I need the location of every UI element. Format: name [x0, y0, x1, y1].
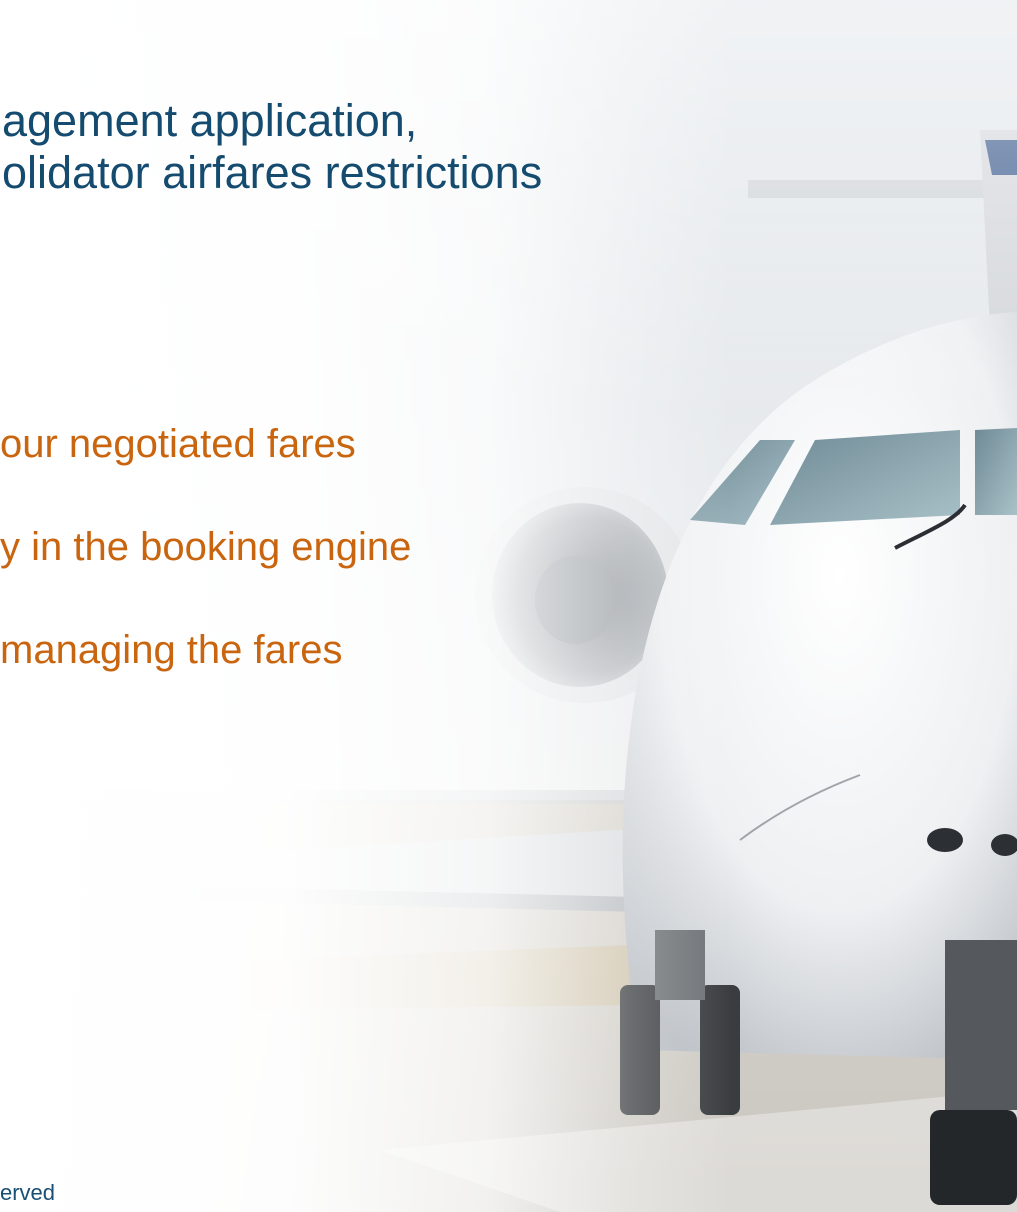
- bullet-item: our negotiated fares: [0, 422, 356, 466]
- bullet-item: managing the fares: [0, 628, 343, 672]
- slide-title-line: olidator airfares restrictions: [2, 147, 543, 198]
- slide-title-line: agement application,: [2, 95, 418, 146]
- slide-title: agement application, olidator airfares r…: [2, 95, 542, 199]
- bullet-list: our negotiated fares y in the booking en…: [0, 420, 411, 729]
- copyright-footer: erved: [0, 1180, 56, 1205]
- bullet-item: y in the booking engine: [0, 525, 412, 569]
